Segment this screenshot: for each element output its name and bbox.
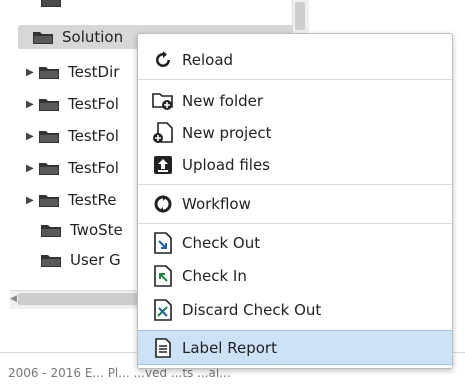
tree-row-label: TestFol <box>68 159 119 177</box>
tree-row-testfol-2[interactable]: ▶ TestFol <box>26 124 119 148</box>
folder-icon <box>40 253 62 268</box>
tree-row-label: User G <box>70 251 121 269</box>
menu-item-label: Check In <box>182 266 247 285</box>
menu-item-label: Check Out <box>182 233 261 252</box>
menu-item-label: Reload <box>182 50 234 69</box>
tree-row-label: TestRe <box>68 191 117 209</box>
menu-item-new-project[interactable]: New project <box>138 116 452 149</box>
menu-separator <box>138 79 452 80</box>
scroll-left-icon[interactable]: ◀ <box>10 293 18 305</box>
folder-icon <box>40 223 62 238</box>
tree-row-label: TwoSte <box>70 221 123 239</box>
menu-item-label: Upload files <box>182 155 270 174</box>
menu-item-workflow[interactable]: Workflow <box>138 187 452 220</box>
menu-item-label: Label Report <box>182 338 277 357</box>
vertical-scroll-thumb[interactable] <box>295 2 305 30</box>
menu-item-reload[interactable]: Reload <box>138 43 452 76</box>
tree-row-twoste[interactable]: TwoSte <box>40 218 123 242</box>
context-menu: Reload New folder New project Upload fil… <box>137 33 453 369</box>
tree-row-testre[interactable]: ▶ TestRe <box>26 188 117 212</box>
folder-icon <box>40 0 62 8</box>
menu-item-label: Workflow <box>182 194 251 213</box>
menu-item-label: Discard Check Out <box>182 300 322 319</box>
tree-row-partial[interactable] <box>40 0 70 12</box>
menu-item-check-out[interactable]: Check Out <box>138 226 452 259</box>
discard-check-out-icon <box>152 298 174 321</box>
workflow-icon <box>152 193 174 215</box>
horizontal-scroll-thumb[interactable] <box>18 293 138 305</box>
folder-icon <box>38 129 60 144</box>
expand-caret-icon[interactable]: ▶ <box>26 99 38 110</box>
tree-row-user-g[interactable]: User G <box>40 248 121 272</box>
tree-row-testdir[interactable]: ▶ TestDir <box>26 60 119 84</box>
reload-icon <box>152 49 174 71</box>
menu-separator <box>138 223 452 224</box>
folder-icon <box>32 30 54 45</box>
tree-row-label: TestDir <box>68 63 120 81</box>
expand-caret-icon[interactable]: ▶ <box>26 163 38 174</box>
tree-row-label: TestFol <box>68 127 119 145</box>
tree-row-testfol-1[interactable]: ▶ TestFol <box>26 92 119 116</box>
check-in-icon <box>152 264 174 287</box>
new-folder-icon <box>152 90 174 112</box>
tree-row-testfol-3[interactable]: ▶ TestFol <box>26 156 119 180</box>
menu-item-upload-files[interactable]: Upload files <box>138 148 452 181</box>
menu-item-label: New folder <box>182 91 264 110</box>
tree-row-label: Solution <box>62 28 124 46</box>
menu-item-label: New project <box>182 123 272 142</box>
folder-icon <box>38 97 60 112</box>
menu-item-label-report[interactable]: Label Report <box>138 330 452 365</box>
folder-icon <box>38 161 60 176</box>
menu-item-discard-check-out[interactable]: Discard Check Out <box>138 293 452 326</box>
expand-caret-icon[interactable]: ▶ <box>26 131 38 142</box>
label-report-icon <box>152 337 174 359</box>
menu-separator <box>138 184 452 185</box>
menu-item-check-in[interactable]: Check In <box>138 259 452 292</box>
folder-icon <box>38 193 60 208</box>
tree-row-label: TestFol <box>68 95 119 113</box>
new-project-icon <box>152 121 174 144</box>
expand-caret-icon[interactable]: ▶ <box>26 195 38 206</box>
menu-item-new-folder[interactable]: New folder <box>138 84 452 117</box>
expand-caret-icon[interactable]: ▶ <box>26 67 38 78</box>
check-out-icon <box>152 231 174 254</box>
upload-icon <box>152 154 174 176</box>
folder-icon <box>38 65 60 80</box>
